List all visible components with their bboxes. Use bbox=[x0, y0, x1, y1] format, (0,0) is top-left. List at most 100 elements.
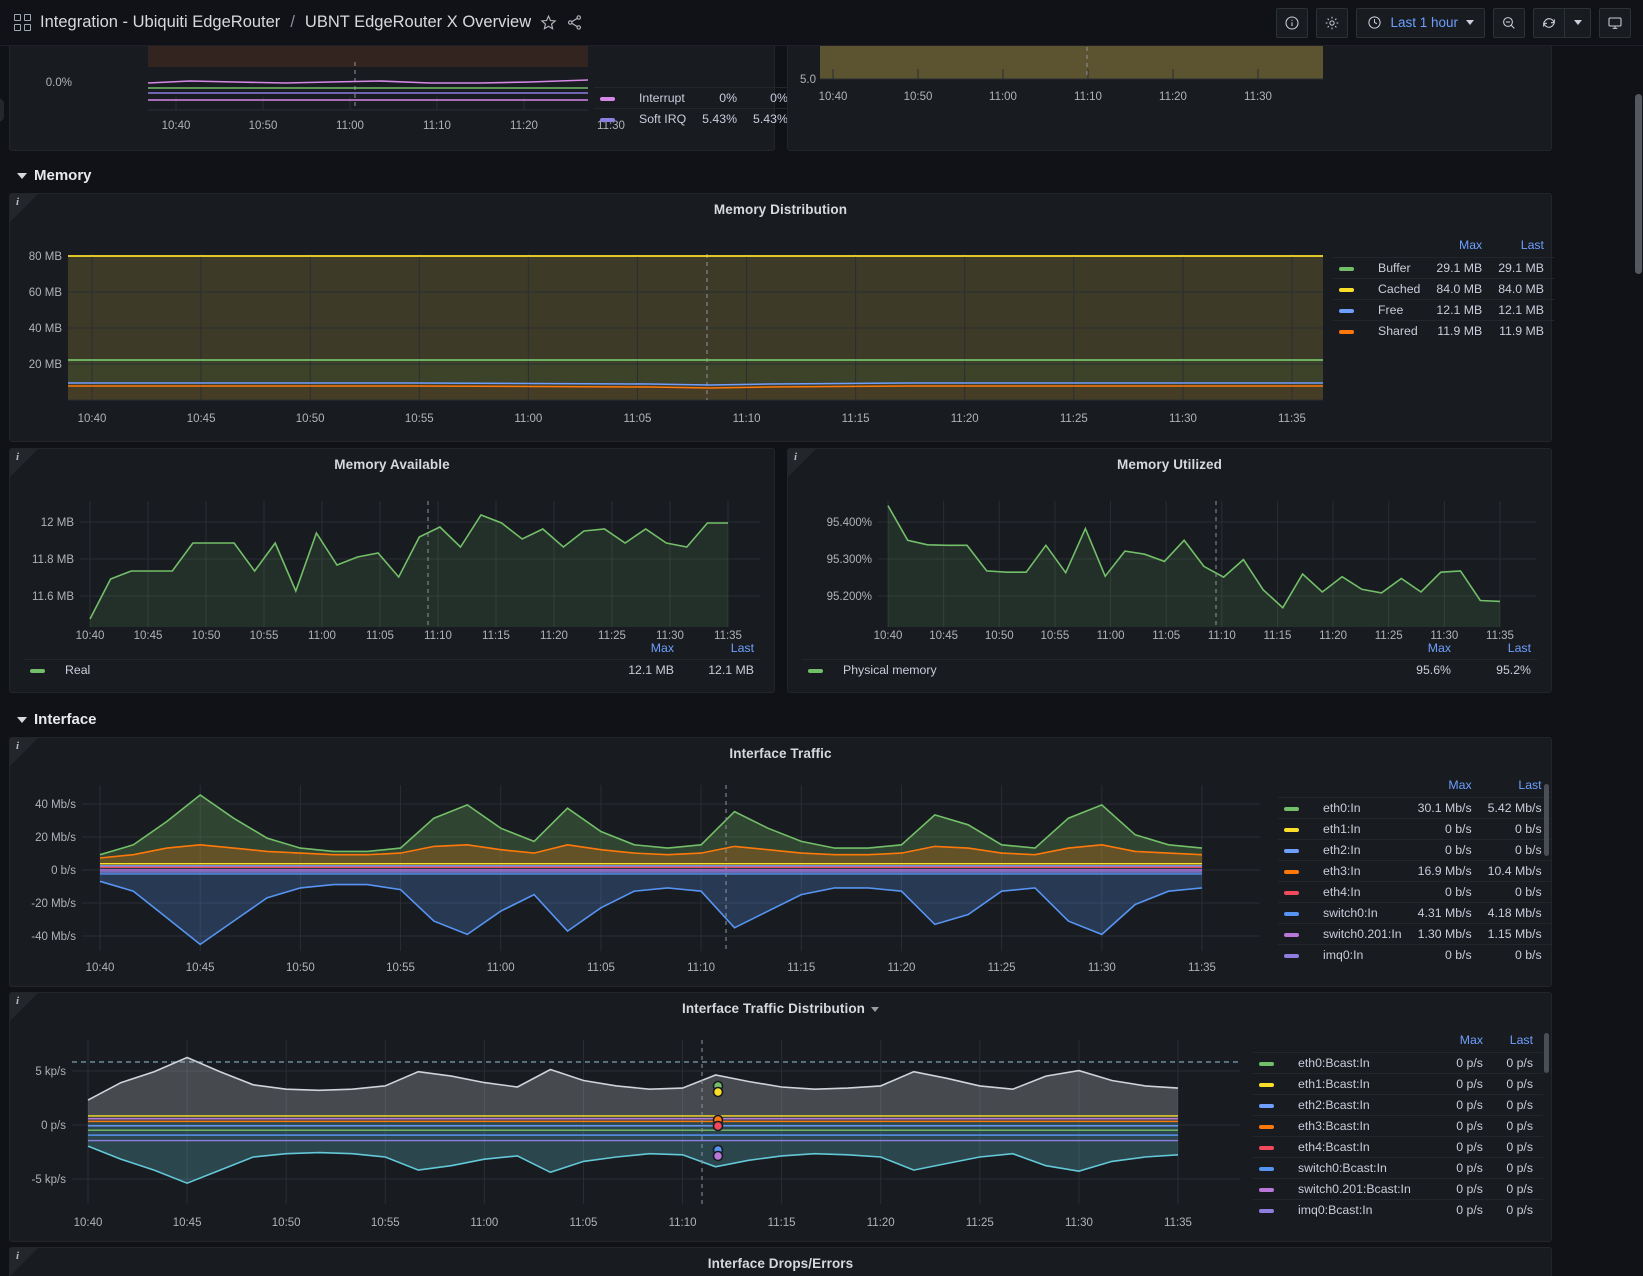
legend-header-max[interactable]: Max bbox=[1412, 776, 1482, 798]
legend-color-swatch[interactable] bbox=[1278, 882, 1317, 903]
legend-header-max[interactable]: Max bbox=[1430, 236, 1492, 258]
legend-row[interactable]: eth0:In30.1 Mb/s5.42 Mb/s bbox=[1278, 798, 1552, 819]
legend-color-swatch[interactable] bbox=[1253, 1053, 1292, 1074]
panel-description-icon[interactable]: i bbox=[794, 451, 797, 463]
legend-color-swatch[interactable] bbox=[1253, 1200, 1292, 1221]
legend-row[interactable]: eth4:Bcast:In0 p/s0 p/s bbox=[1253, 1137, 1543, 1158]
legend-row[interactable]: switch0.201:In1.30 Mb/s1.15 Mb/s bbox=[1278, 924, 1552, 945]
panel-description-icon[interactable]: i bbox=[16, 740, 19, 752]
panel-info-button[interactable] bbox=[1276, 8, 1308, 38]
section-header-interface[interactable]: Interface bbox=[9, 702, 97, 732]
dashboard-settings-button[interactable] bbox=[1316, 8, 1348, 38]
legend-series-name[interactable]: Buffer bbox=[1372, 258, 1430, 279]
legend-row[interactable]: Cached84.0 MB84.0 MB bbox=[1333, 279, 1554, 300]
nav-dock-handle[interactable] bbox=[0, 98, 4, 122]
panel-title-memory-available[interactable]: Memory Available bbox=[10, 449, 774, 472]
legend-row[interactable]: imq0:Bcast:In0 p/s0 p/s bbox=[1253, 1200, 1543, 1221]
panel-title-interface-traffic-distribution[interactable]: Interface Traffic Distribution bbox=[10, 993, 1551, 1016]
legend-series-name[interactable]: Free bbox=[1372, 300, 1430, 321]
legend-row[interactable]: switch0.201:Bcast:In0 p/s0 p/s bbox=[1253, 1179, 1543, 1200]
share-icon[interactable] bbox=[566, 14, 583, 31]
legend-row[interactable]: Real12.1 MB12.1 MB bbox=[24, 660, 760, 681]
legend-color-swatch[interactable] bbox=[1253, 1116, 1292, 1137]
legend-series-name[interactable]: eth0:In bbox=[1317, 798, 1412, 819]
legend-series-name[interactable]: Cached bbox=[1372, 279, 1430, 300]
legend-series-name[interactable]: eth1:Bcast:In bbox=[1292, 1074, 1443, 1095]
chevron-down-icon[interactable] bbox=[871, 1007, 879, 1012]
star-icon[interactable] bbox=[540, 14, 557, 31]
legend-header-last[interactable]: Last bbox=[1492, 236, 1554, 258]
legend-header-max[interactable]: Max bbox=[590, 641, 680, 660]
legend-row[interactable]: switch0:In4.31 Mb/s4.18 Mb/s bbox=[1278, 903, 1552, 924]
legend-color-swatch[interactable] bbox=[1333, 279, 1372, 300]
legend-row[interactable]: eth2:In0 b/s0 b/s bbox=[1278, 840, 1552, 861]
legend-color-swatch[interactable] bbox=[1333, 258, 1372, 279]
legend-color-swatch[interactable] bbox=[594, 109, 633, 130]
legend-row[interactable]: switch0:Bcast:In0 p/s0 p/s bbox=[1253, 1158, 1543, 1179]
legend-series-name[interactable]: imq0:In bbox=[1317, 945, 1412, 966]
legend-series-name[interactable]: Shared bbox=[1372, 321, 1430, 342]
legend-color-swatch[interactable] bbox=[1253, 1158, 1292, 1179]
legend-header-last[interactable]: Last bbox=[680, 641, 760, 660]
panel-description-icon[interactable]: i bbox=[16, 451, 19, 463]
legend-row[interactable]: eth1:Bcast:In0 p/s0 p/s bbox=[1253, 1074, 1543, 1095]
legend-series-name[interactable]: eth4:In bbox=[1317, 882, 1412, 903]
legend-color-swatch[interactable] bbox=[1253, 1179, 1292, 1200]
legend-color-swatch[interactable] bbox=[802, 660, 837, 681]
legend-header-max[interactable]: Max bbox=[1443, 1031, 1493, 1053]
legend-color-swatch[interactable] bbox=[1333, 321, 1372, 342]
legend-series-name[interactable]: eth1:In bbox=[1317, 819, 1412, 840]
breadcrumb-dashboard[interactable]: UBNT EdgeRouter X Overview bbox=[305, 13, 531, 32]
legend-series-name[interactable]: eth2:In bbox=[1317, 840, 1412, 861]
panel-title-interface-drops-errors[interactable]: Interface Drops/Errors bbox=[10, 1248, 1551, 1271]
legend-series-name[interactable]: switch0:In bbox=[1317, 903, 1412, 924]
legend-color-swatch[interactable] bbox=[1278, 903, 1317, 924]
legend-row[interactable]: eth3:In16.9 Mb/s10.4 Mb/s bbox=[1278, 861, 1552, 882]
legend-row[interactable]: eth2:Bcast:In0 p/s0 p/s bbox=[1253, 1095, 1543, 1116]
legend-series-name[interactable]: Interrupt bbox=[633, 88, 696, 109]
legend-header-max[interactable]: Max bbox=[1367, 641, 1457, 660]
legend-row[interactable]: Buffer29.1 MB29.1 MB bbox=[1333, 258, 1554, 279]
panel-title-interface-traffic[interactable]: Interface Traffic bbox=[10, 738, 1551, 761]
legend-color-swatch[interactable] bbox=[1278, 924, 1317, 945]
legend-color-swatch[interactable] bbox=[1278, 798, 1317, 819]
panel-description-icon[interactable]: i bbox=[16, 1250, 19, 1262]
legend-row[interactable]: eth0:Bcast:In0 p/s0 p/s bbox=[1253, 1053, 1543, 1074]
legend-row[interactable]: Soft IRQ5.43%5.43% bbox=[594, 109, 798, 130]
legend-row[interactable]: imq0:In0 b/s0 b/s bbox=[1278, 945, 1552, 966]
legend-series-name[interactable]: Real bbox=[59, 660, 590, 681]
legend-series-name[interactable]: eth3:Bcast:In bbox=[1292, 1116, 1443, 1137]
legend-color-swatch[interactable] bbox=[1253, 1137, 1292, 1158]
legend-color-swatch[interactable] bbox=[1278, 945, 1317, 966]
legend-color-swatch[interactable] bbox=[1278, 819, 1317, 840]
legend-series-name[interactable]: switch0:Bcast:In bbox=[1292, 1158, 1443, 1179]
legend-color-swatch[interactable] bbox=[1278, 861, 1317, 882]
dashboards-grid-icon[interactable] bbox=[14, 14, 31, 31]
refresh-interval-dropdown[interactable] bbox=[1565, 8, 1591, 38]
legend-color-swatch[interactable] bbox=[1333, 300, 1372, 321]
legend-series-name[interactable]: Physical memory bbox=[837, 660, 1367, 681]
zoom-out-time-button[interactable] bbox=[1493, 8, 1525, 38]
panel-description-icon[interactable]: i bbox=[16, 995, 19, 1007]
legend-series-name[interactable]: eth4:Bcast:In bbox=[1292, 1137, 1443, 1158]
legend-header-last[interactable]: Last bbox=[1457, 641, 1537, 660]
legend-row[interactable]: Shared11.9 MB11.9 MB bbox=[1333, 321, 1554, 342]
section-header-memory[interactable]: Memory bbox=[9, 158, 92, 188]
legend-row[interactable]: eth3:Bcast:In0 p/s0 p/s bbox=[1253, 1116, 1543, 1137]
legend-row[interactable]: Physical memory95.6%95.2% bbox=[802, 660, 1537, 681]
legend-series-name[interactable]: eth2:Bcast:In bbox=[1292, 1095, 1443, 1116]
legend-series-name[interactable]: imq0:Bcast:In bbox=[1292, 1200, 1443, 1221]
legend-series-name[interactable]: eth3:In bbox=[1317, 861, 1412, 882]
legend-row[interactable]: Free12.1 MB12.1 MB bbox=[1333, 300, 1554, 321]
legend-row[interactable]: Interrupt0%0% bbox=[594, 88, 798, 109]
legend-header-last[interactable]: Last bbox=[1493, 1031, 1543, 1053]
legend-color-swatch[interactable] bbox=[594, 88, 633, 109]
legend-scrollbar[interactable] bbox=[1544, 784, 1549, 856]
legend-color-swatch[interactable] bbox=[1253, 1074, 1292, 1095]
legend-series-name[interactable]: Soft IRQ bbox=[633, 109, 696, 130]
page-scrollbar[interactable] bbox=[1635, 94, 1642, 274]
panel-title-memory-distribution[interactable]: Memory Distribution bbox=[10, 194, 1551, 217]
panel-description-icon[interactable]: i bbox=[16, 196, 19, 208]
legend-series-name[interactable]: switch0.201:In bbox=[1317, 924, 1412, 945]
legend-header-last[interactable]: Last bbox=[1482, 776, 1552, 798]
